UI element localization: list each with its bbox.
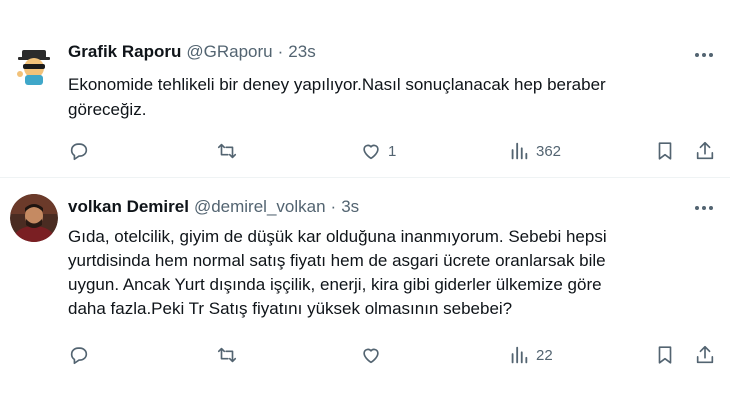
- like-button[interactable]: 1: [360, 139, 396, 163]
- separator-dot: ·: [330, 197, 337, 216]
- reply-icon: [70, 347, 88, 365]
- like-icon: [363, 348, 379, 364]
- timestamp[interactable]: 23s: [288, 42, 315, 62]
- like-icon: [363, 144, 379, 160]
- bookmark-button[interactable]: [654, 343, 676, 367]
- retweet-icon: [217, 347, 237, 363]
- views-button[interactable]: 362: [508, 139, 561, 163]
- views-icon: [511, 346, 528, 364]
- author-name[interactable]: Grafik Raporu: [68, 42, 181, 62]
- views-count: 22: [536, 346, 553, 364]
- retweet-button[interactable]: [216, 343, 238, 367]
- reply-icon: [70, 143, 88, 161]
- share-icon: [696, 141, 714, 160]
- bookmark-icon: [658, 142, 672, 160]
- avatar[interactable]: [10, 40, 58, 88]
- author-handle[interactable]: @demirel_volkan: [194, 197, 326, 217]
- timestamp[interactable]: 3s: [341, 197, 359, 217]
- share-button[interactable]: [694, 343, 716, 367]
- bookmark-icon: [658, 346, 672, 364]
- like-button[interactable]: [360, 343, 388, 367]
- share-button[interactable]: [694, 139, 716, 163]
- avatar[interactable]: [10, 194, 58, 242]
- reply-button[interactable]: [68, 343, 90, 367]
- action-bar: 22: [68, 343, 722, 367]
- sunglasses-character-icon: [10, 40, 58, 88]
- tweet-header: Grafik Raporu @GRaporu · 23s: [68, 40, 316, 64]
- author-name[interactable]: volkan Demirel: [68, 197, 189, 217]
- tweet-card[interactable]: Grafik Raporu @GRaporu · 23s Ekonomide t…: [0, 0, 730, 178]
- reply-button[interactable]: [68, 139, 90, 163]
- views-icon: [511, 142, 528, 160]
- retweet-button[interactable]: [216, 139, 238, 163]
- share-icon: [696, 345, 714, 364]
- tweet-text: Ekonomide tehlikeli bir deney yapılıyor.…: [68, 75, 606, 119]
- more-icon[interactable]: [694, 45, 714, 65]
- like-count: 1: [388, 142, 397, 160]
- tweet-card[interactable]: volkan Demirel @demirel_volkan · 3s Gıda…: [0, 178, 730, 420]
- tweet-header: volkan Demirel @demirel_volkan · 3s: [68, 195, 359, 219]
- retweet-icon: [217, 143, 237, 159]
- author-handle[interactable]: @GRaporu: [186, 42, 272, 62]
- views-button[interactable]: 22: [508, 343, 553, 367]
- user-photo: [10, 194, 58, 242]
- views-count: 362: [536, 142, 562, 160]
- action-bar: 1 362: [68, 139, 722, 163]
- separator-dot: ·: [277, 42, 284, 61]
- more-icon[interactable]: [694, 198, 714, 218]
- bookmark-button[interactable]: [654, 139, 676, 163]
- tweet-text: Gıda, otelcilik, giyim de düşük kar oldu…: [68, 227, 607, 318]
